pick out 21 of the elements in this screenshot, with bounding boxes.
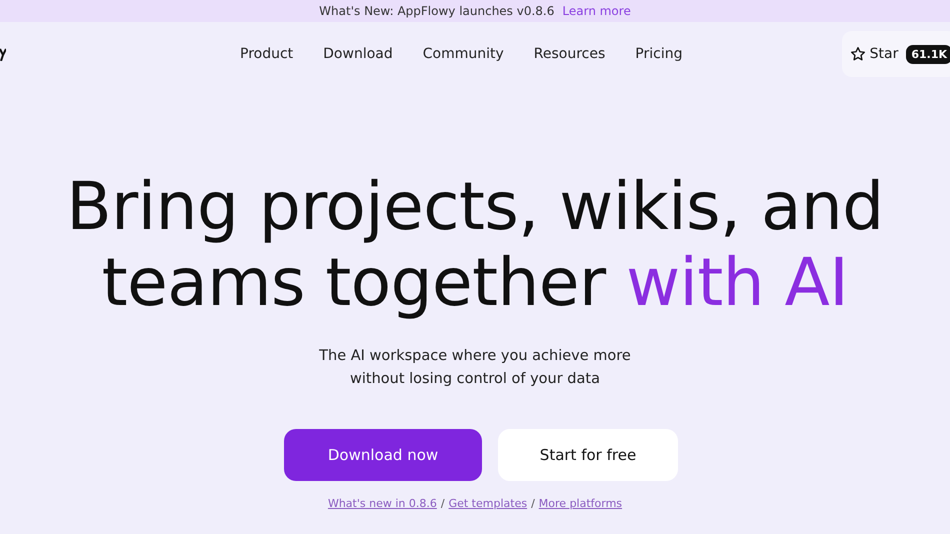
nav-link[interactable]: Community [422, 46, 504, 62]
text-link[interactable]: More platforms [538, 497, 622, 510]
learn-more-link[interactable]: Learn more [562, 4, 631, 18]
nav-link[interactable]: Product [240, 46, 294, 62]
nav-link[interactable]: Resources [534, 46, 606, 62]
text-link[interactable]: Get templates [448, 497, 528, 510]
hero-subtitle: The AI workspace where you achieve more without losing control of your data [319, 347, 631, 389]
nav-link[interactable]: Download [323, 46, 393, 62]
star-icon [850, 46, 866, 62]
start-button[interactable]: Start for free [498, 429, 678, 481]
link-separator: / [440, 497, 445, 510]
announcement-text: What's New: AppFlowy launches v0.8.6 [319, 4, 554, 18]
github-star-button[interactable]: Star 61.1K [842, 31, 950, 77]
logo-icon[interactable] [0, 47, 6, 61]
star-count: 61.1K [906, 44, 950, 64]
link-separator: / [531, 497, 535, 510]
download-button[interactable]: Download now [284, 429, 482, 481]
star-label: Star [870, 46, 898, 62]
hero-headline: Bring projects, wikis, and teams together with AI [66, 169, 884, 321]
nav-link[interactable]: Pricing [635, 46, 682, 62]
text-link[interactable]: What's new in 0.8.6 [328, 497, 437, 510]
